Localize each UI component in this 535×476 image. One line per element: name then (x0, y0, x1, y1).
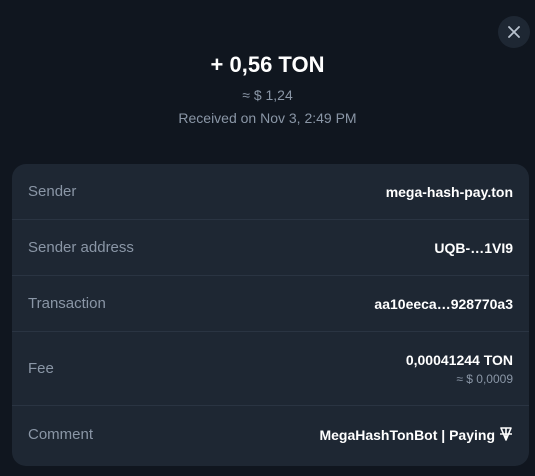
details-card: Sender mega-hash-pay.ton Sender address … (12, 164, 529, 466)
sender-value[interactable]: mega-hash-pay.ton (386, 184, 513, 200)
fee-fiat-value: ≈ $ 0,0009 (456, 371, 513, 386)
transaction-amount: + 0,56 TON (210, 52, 325, 77)
comment-row[interactable]: Comment MegaHashTonBot | Paying (12, 406, 529, 462)
transaction-label: Transaction (28, 295, 106, 312)
transaction-fiat-value: ≈ $ 1,24 (242, 87, 293, 103)
transaction-row[interactable]: Transaction aa10eeca…928770a3 (12, 276, 529, 332)
sender-address-label: Sender address (28, 239, 134, 256)
fee-row: Fee 0,00041244 TON ≈ $ 0,0009 (12, 332, 529, 406)
comment-value-group: MegaHashTonBot | Paying (319, 426, 513, 443)
close-icon (508, 26, 520, 38)
transaction-header: + 0,56 TON ≈ $ 1,24 Received on Nov 3, 2… (0, 50, 535, 127)
sender-row[interactable]: Sender mega-hash-pay.ton (12, 164, 529, 220)
comment-label: Comment (28, 425, 94, 443)
transaction-hash-value[interactable]: aa10eeca…928770a3 (374, 296, 513, 312)
sender-label: Sender (28, 183, 77, 200)
fee-value-group: 0,00041244 TON ≈ $ 0,0009 (406, 352, 513, 386)
close-button[interactable] (498, 16, 530, 48)
ton-currency-icon (500, 426, 512, 441)
fee-value: 0,00041244 TON (405, 351, 513, 368)
sender-address-value[interactable]: UQB-…1VI9 (434, 240, 513, 256)
sender-address-row[interactable]: Sender address UQB-…1VI9 (12, 220, 529, 276)
transaction-details-page: + 0,56 TON ≈ $ 1,24 Received on Nov 3, 2… (0, 0, 535, 476)
comment-value: MegaHashTonBot | Paying (319, 426, 495, 443)
fee-label: Fee (28, 360, 54, 377)
received-timestamp: Received on Nov 3, 2:49 PM (178, 110, 357, 126)
